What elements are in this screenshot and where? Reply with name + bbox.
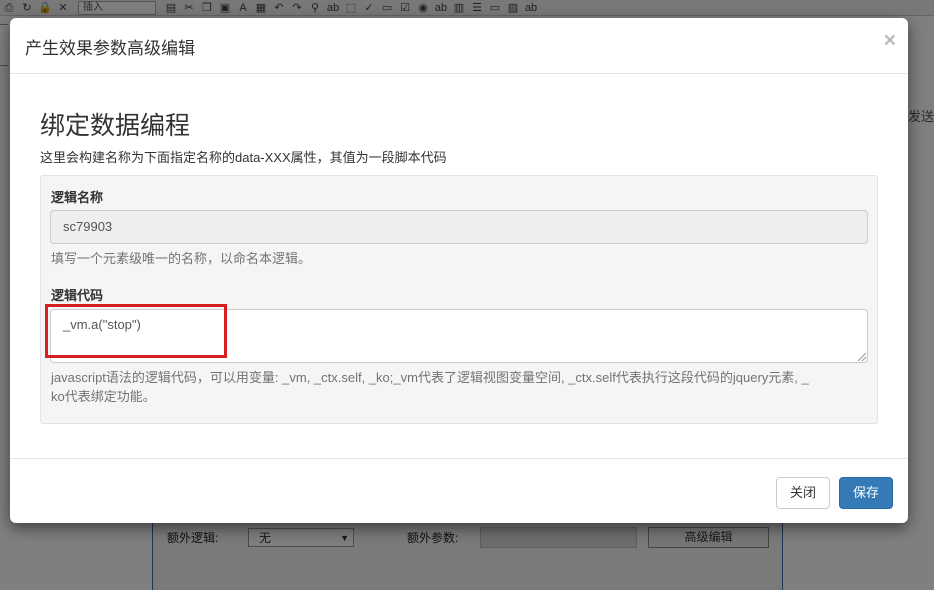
binding-form: 逻辑名称 sc79903 填写一个元素级唯一的名称，以命名本逻辑。 逻辑代码 _… xyxy=(40,175,878,424)
logic-code-value: _vm.a("stop") xyxy=(63,317,141,332)
logic-code-help: javascript语法的逻辑代码，可以用变量: _vm, _ctx.self,… xyxy=(51,368,871,406)
logic-code-label: 逻辑代码 xyxy=(51,288,104,303)
logic-code-help-line-2: ko代表绑定功能。 xyxy=(51,389,156,404)
section-title: 绑定数据编程 xyxy=(40,112,191,140)
logic-name-label: 逻辑名称 xyxy=(51,190,104,205)
section-description: 这里会构建名称为下面指定名称的data-XXX属性，其值为一段脚本代码 xyxy=(40,150,447,165)
dialog-title: 产生效果参数高级编辑 xyxy=(25,39,195,58)
logic-code-textarea[interactable]: _vm.a("stop") xyxy=(50,309,868,363)
dialog-footer: 关闭 保存 xyxy=(10,459,908,523)
screen: ⎙ ↻ 🔒 ✕ 插入 ▤ ✂ ❐ ▣ A ▦ ↶ ↷ ⚲ ab ⬚ ✓ ▭ ☑ … xyxy=(0,0,934,590)
save-button[interactable]: 保存 xyxy=(839,477,893,509)
close-button[interactable]: 关闭 xyxy=(776,477,830,509)
logic-code-help-line-1: javascript语法的逻辑代码，可以用变量: _vm, _ctx.self,… xyxy=(51,370,809,385)
close-icon[interactable]: × xyxy=(884,30,896,51)
logic-name-help: 填写一个元素级唯一的名称，以命名本逻辑。 xyxy=(51,251,312,266)
dialog-header: 产生效果参数高级编辑 × xyxy=(10,18,908,74)
dialog-body: 绑定数据编程 这里会构建名称为下面指定名称的data-XXX属性，其值为一段脚本… xyxy=(10,74,908,459)
advanced-edit-dialog: 产生效果参数高级编辑 × 绑定数据编程 这里会构建名称为下面指定名称的data-… xyxy=(10,18,908,523)
resize-handle-icon[interactable] xyxy=(858,353,866,361)
logic-name-input[interactable]: sc79903 xyxy=(50,210,868,244)
